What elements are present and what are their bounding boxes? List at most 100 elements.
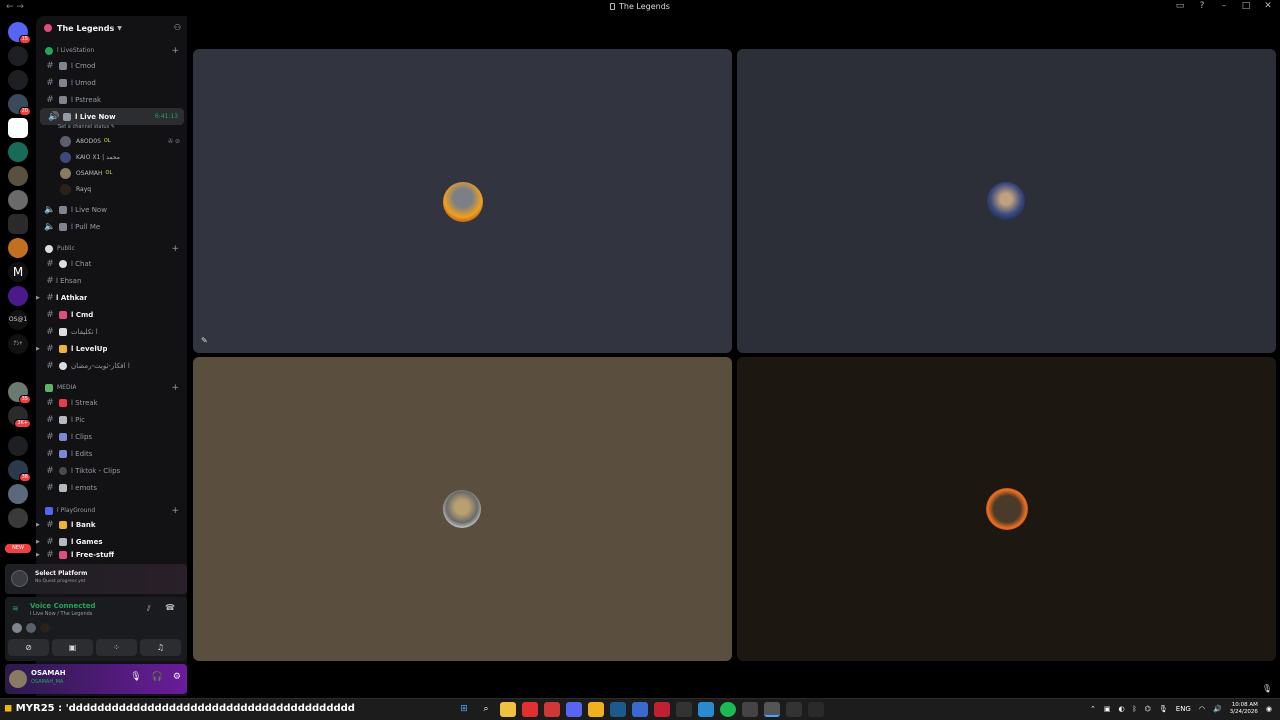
active-server-icon[interactable]: [8, 214, 28, 234]
app-icon[interactable]: [786, 702, 802, 717]
channel-emots[interactable]: # l emots: [36, 479, 187, 496]
headphones-icon[interactable]: 🎧: [152, 672, 163, 682]
microphone-icon[interactable]: 🎙: [1262, 684, 1272, 693]
language-indicator[interactable]: ENG: [1176, 705, 1191, 713]
activities-button[interactable]: ⁘: [96, 639, 137, 656]
server-icon[interactable]: [8, 46, 28, 66]
server-icon[interactable]: [8, 484, 28, 504]
voice-member[interactable]: Rayq: [60, 181, 182, 197]
inbox-icon[interactable]: ▭: [1174, 1, 1186, 11]
add-channel-icon[interactable]: +: [171, 46, 179, 56]
add-channel-icon[interactable]: +: [171, 244, 179, 254]
soundboard-button[interactable]: ♫: [140, 639, 181, 656]
brave-browser-icon[interactable]: [544, 702, 560, 717]
server-icon[interactable]: [8, 190, 28, 210]
channel-cmd[interactable]: # l Cmd: [36, 306, 187, 323]
search-icon[interactable]: ⌕: [478, 702, 494, 717]
voice-member[interactable]: KAIO X1 | محمد: [60, 149, 182, 165]
server-icon[interactable]: [8, 286, 28, 306]
direct-messages-icon[interactable]: 15: [8, 22, 31, 44]
notifications-icon[interactable]: ◉: [1266, 705, 1272, 713]
active-app-icon[interactable]: [764, 702, 780, 717]
app-icon[interactable]: [632, 702, 648, 717]
pin-icon[interactable]: ✎: [201, 336, 208, 345]
add-channel-icon[interactable]: +: [171, 506, 179, 516]
close-button[interactable]: ✕: [1262, 1, 1274, 11]
chevron-up-icon[interactable]: ⌃: [1090, 705, 1096, 713]
server-icon[interactable]: 3K+: [8, 406, 31, 428]
channel-bank[interactable]: ▶ # l Bank: [36, 516, 187, 533]
channel-takleefat[interactable]: # تكليفات l: [36, 323, 187, 340]
channel-umod[interactable]: # l Umod: [36, 74, 187, 91]
voice-location[interactable]: l Live Now / The Legends: [30, 611, 92, 617]
steam-icon[interactable]: [610, 702, 626, 717]
server-icon[interactable]: [8, 142, 28, 162]
tray-app-icon[interactable]: ▣: [1104, 705, 1111, 713]
camera-button[interactable]: ⊘: [8, 639, 49, 656]
channel-athkar[interactable]: ▶ # l Athkar: [36, 289, 187, 306]
video-tile[interactable]: [737, 49, 1276, 353]
app-icon[interactable]: [742, 702, 758, 717]
server-icon[interactable]: 38: [8, 460, 31, 482]
signal-icon[interactable]: ≋: [12, 604, 19, 613]
volume-icon[interactable]: 🔊: [1213, 705, 1222, 713]
channel-tiktok[interactable]: # l Tiktok - Clips: [36, 462, 187, 479]
app-icon[interactable]: [522, 702, 538, 717]
help-icon[interactable]: ?: [1196, 1, 1208, 11]
voice-channel-pull-me[interactable]: 🔈 l Pull Me: [36, 218, 187, 235]
maximize-button[interactable]: □: [1240, 1, 1252, 11]
channel-status-line[interactable]: Set a channel status ✎: [58, 124, 115, 130]
voice-channel-live-now-2[interactable]: 🔈 l Live Now: [36, 201, 187, 218]
minimize-button[interactable]: –: [1218, 1, 1230, 11]
wifi-icon[interactable]: ◠: [1199, 705, 1205, 713]
channel-pstreak[interactable]: # l Pstreak: [36, 91, 187, 108]
tray-app-icon[interactable]: ◐: [1118, 705, 1124, 713]
server-icon[interactable]: [8, 436, 28, 456]
guild-header[interactable]: The Legends ▼ ⚇: [36, 16, 187, 40]
server-icon[interactable]: [8, 70, 28, 90]
spotify-icon[interactable]: [720, 702, 736, 717]
app-icon[interactable]: [654, 702, 670, 717]
app-icon[interactable]: [676, 702, 692, 717]
clock[interactable]: 10:08 AM 3/24/2026: [1230, 702, 1258, 716]
channel-edits[interactable]: # l Edits: [36, 445, 187, 462]
voice-member[interactable]: OSAMAH OL: [60, 165, 182, 181]
channel-levelup[interactable]: ▶ # l LevelUp: [36, 340, 187, 357]
voice-member[interactable]: A8OD0S OL ✇ ⊘: [60, 133, 182, 149]
video-tile[interactable]: [737, 357, 1276, 661]
noise-suppression-icon[interactable]: ⫽: [147, 604, 151, 614]
bluetooth-icon[interactable]: ᛒ: [1133, 705, 1137, 713]
video-tile[interactable]: [193, 357, 732, 661]
server-icon[interactable]: 35: [8, 382, 31, 404]
server-icon[interactable]: [8, 238, 28, 258]
server-icon[interactable]: [8, 118, 28, 138]
username[interactable]: OSAMAH: [31, 669, 66, 677]
channel-clips[interactable]: # l Clips: [36, 428, 187, 445]
quest-panel[interactable]: Select Platform No Quest progress yet: [5, 564, 187, 594]
add-channel-icon[interactable]: +: [171, 383, 179, 393]
app-icon[interactable]: [698, 702, 714, 717]
channel-free-stuff[interactable]: ▶ # l Free-stuff: [36, 550, 187, 560]
voice-channel-live-now[interactable]: 🔊 l Live Now 6:41:13: [40, 108, 184, 125]
windows-start-icon[interactable]: ⊞: [456, 702, 472, 717]
add-member-icon[interactable]: ⚇: [174, 23, 181, 32]
disconnect-icon[interactable]: ☎: [165, 603, 175, 612]
settings-gear-icon[interactable]: ⚙: [173, 672, 181, 682]
channel-chat[interactable]: # l Chat: [36, 255, 187, 272]
channel-ehsan[interactable]: # l Ehsan: [36, 272, 187, 289]
channel-streak[interactable]: # l Streak: [36, 394, 187, 411]
server-icon[interactable]: M: [8, 262, 28, 282]
video-tile[interactable]: ✎: [193, 49, 732, 353]
server-icon[interactable]: ﾅｼｬ: [8, 334, 28, 354]
server-icon[interactable]: 20: [8, 94, 31, 116]
microphone-icon[interactable]: 🎙: [130, 672, 141, 682]
user-avatar[interactable]: [9, 670, 27, 688]
file-explorer-icon[interactable]: [500, 702, 516, 717]
channel-games[interactable]: ▶ # l Games: [36, 533, 187, 550]
screen-share-button[interactable]: ▣: [52, 639, 93, 656]
microphone-icon[interactable]: 🎙: [1159, 705, 1168, 713]
network-icon[interactable]: ⌬: [1145, 705, 1151, 713]
server-icon[interactable]: [8, 166, 28, 186]
app-icon[interactable]: [588, 702, 604, 717]
discord-icon[interactable]: [566, 702, 582, 717]
